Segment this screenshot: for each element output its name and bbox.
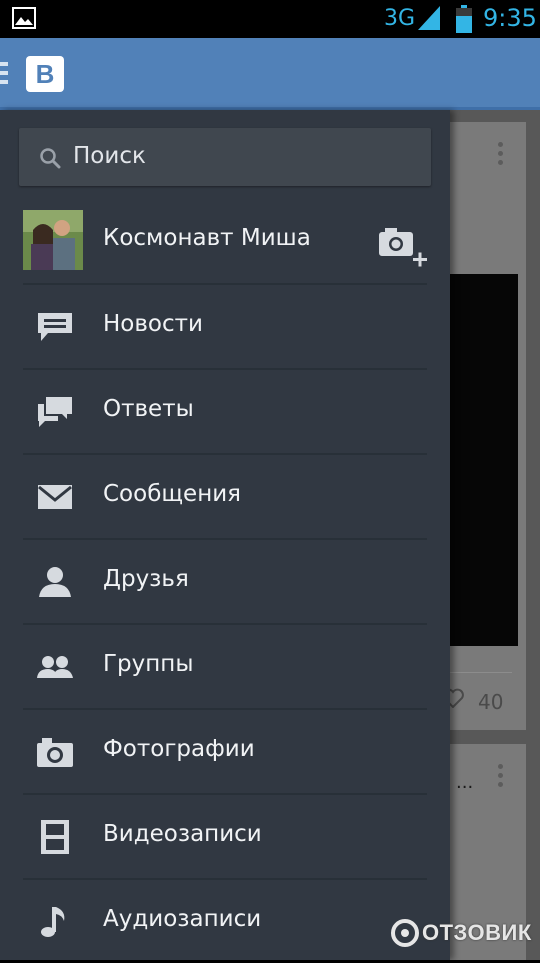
menu-item-groups[interactable]: Группы [0,623,450,708]
battery-icon [456,5,472,33]
status-bar: 3G 9:35 [0,0,540,38]
heart-icon[interactable] [450,688,464,708]
more-icon[interactable] [498,764,504,791]
watermark: ОТЗОВИК [390,914,540,954]
search-input[interactable]: Поиск [19,128,431,186]
menu-item-label: Ответы [103,396,194,422]
avatar[interactable] [23,210,83,270]
menu-item-label: Группы [103,651,194,677]
profile-row[interactable]: Космонавт Миша [0,200,450,283]
network-type: 3G [384,6,416,31]
add-photo-icon[interactable] [377,224,429,268]
menu-item-photos[interactable]: Фотографии [0,708,450,793]
menu-icon[interactable] [0,62,8,84]
news-icon [38,313,72,341]
news-feed: 40 ... [450,110,540,960]
vk-logo[interactable]: В [26,56,64,92]
app-bar: В [0,38,540,110]
replies-icon [38,397,72,427]
menu-item-label: Аудиозаписи [103,906,262,932]
menu-item-messages[interactable]: Сообщения [0,453,450,538]
videos-icon [41,820,69,854]
divider [23,538,427,540]
signal-icon [418,6,440,30]
friends-icon [39,567,71,597]
search-icon [40,148,61,169]
menu-item-friends[interactable]: Друзья [0,538,450,623]
navigation-drawer: Поиск Космонавт Миша Новости Ответы Сооб… [0,110,450,960]
likes-count: 40 [478,690,504,714]
menu-item-label: Видеозаписи [103,821,262,847]
menu-item-label: Друзья [103,566,189,592]
audio-icon [41,907,65,937]
divider [23,368,427,370]
more-icon[interactable] [498,142,504,169]
menu-item-label: Фотографии [103,736,255,762]
menu-item-news[interactable]: Новости [0,283,450,368]
watermark-text: ОТЗОВИК [422,920,532,945]
groups-icon [37,656,73,678]
search-placeholder: Поиск [73,143,146,169]
menu-item-label: Новости [103,311,203,337]
watermark-logo-icon [391,919,419,947]
feed-post[interactable]: 40 [450,122,526,730]
divider [23,453,427,455]
menu-item-audio[interactable]: Аудиозаписи [0,878,450,963]
divider [450,672,512,673]
menu-item-videos[interactable]: Видеозаписи [0,793,450,878]
gallery-icon [12,7,36,29]
divider [23,623,427,625]
messages-icon [38,485,72,509]
menu-item-replies[interactable]: Ответы [0,368,450,453]
divider [23,708,427,710]
menu-item-label: Сообщения [103,481,242,507]
divider [23,283,427,285]
post-photo[interactable] [450,274,518,646]
profile-name: Космонавт Миша [103,225,311,251]
divider [23,878,427,880]
post-text: ... [456,772,474,793]
drawer-menu: Новости Ответы Сообщения Друзья Группы Ф… [0,283,450,963]
clock: 9:35 [483,4,537,32]
divider [23,793,427,795]
photos-icon [37,738,73,767]
